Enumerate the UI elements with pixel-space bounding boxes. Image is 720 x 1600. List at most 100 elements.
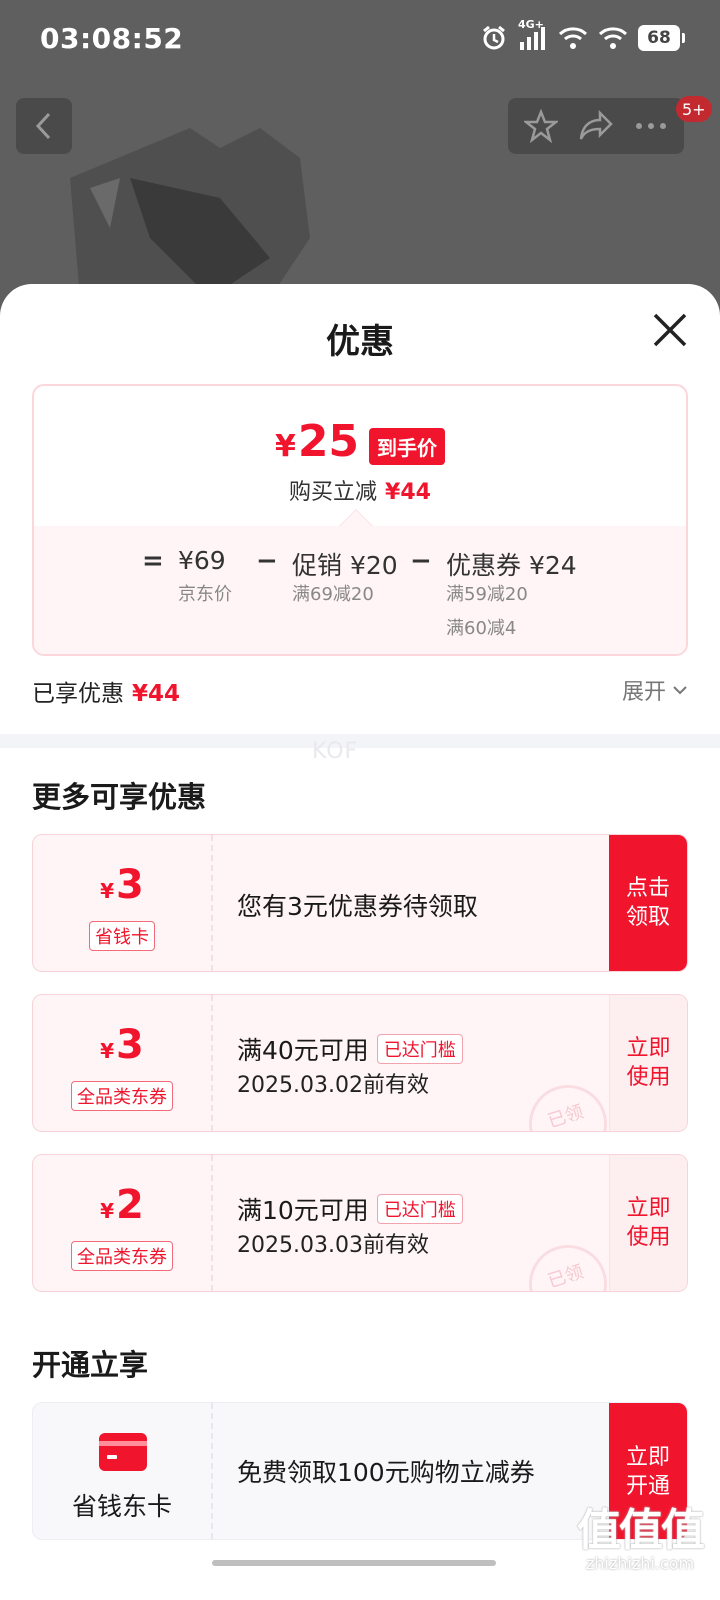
home-indicator[interactable] bbox=[212, 1560, 496, 1566]
cta-label: 立即使用 bbox=[626, 1036, 671, 1090]
equals-sign: = bbox=[142, 546, 164, 576]
section-divider bbox=[0, 734, 720, 748]
minus-sign-2: − bbox=[410, 546, 432, 576]
expand-label: 展开 bbox=[621, 680, 666, 705]
price-summary-card: ¥25 到手价 购买立减 ¥44 = ¥69 京东价 − 促销 ¥20 满69减2… bbox=[32, 384, 688, 656]
reduce-amount: ¥44 bbox=[385, 480, 431, 505]
promo-rule: 满69减20 bbox=[292, 584, 374, 605]
chevron-left-icon bbox=[35, 112, 51, 140]
coupon-amount-value: 3 bbox=[116, 862, 144, 908]
coupon-tag: 全品类东券 bbox=[71, 1081, 173, 1111]
coupon-condition-row: 满40元可用 已达门槛 bbox=[237, 1031, 463, 1067]
site-watermark: 值值值 zhizhizhi.com bbox=[560, 1494, 720, 1573]
coupon-left: ¥2 全品类东券 bbox=[33, 1155, 213, 1291]
coupon-rule-1: 满59减20 bbox=[446, 584, 528, 605]
currency-symbol: ¥ bbox=[100, 1199, 115, 1223]
promo-amount: ¥20 bbox=[349, 551, 398, 580]
coupon-card-category-1: ¥3 全品类东券 满40元可用 已达门槛 2025.03.02前有效 已领 立即使… bbox=[32, 994, 688, 1132]
cellular-signal: 4G+ bbox=[518, 18, 548, 52]
more-discounts-title: 更多可享优惠 bbox=[32, 780, 207, 814]
open-benefits-title: 开通立享 bbox=[32, 1348, 149, 1382]
coupon-rule-2: 满60减4 bbox=[446, 618, 517, 639]
coupon-amount-value: 2 bbox=[116, 1182, 144, 1228]
card-icon bbox=[99, 1433, 147, 1471]
coupon-left: ¥3 全品类东券 bbox=[33, 995, 213, 1131]
cta-label: 立即开通 bbox=[625, 1445, 670, 1499]
price-breakdown: = ¥69 京东价 − 促销 ¥20 满69减20 − 优惠券 ¥24 满59减… bbox=[34, 526, 686, 654]
currency-symbol: ¥ bbox=[274, 429, 296, 464]
network-type: 4G+ bbox=[518, 18, 544, 31]
coupon-amount: ¥3 bbox=[33, 1023, 211, 1073]
status-time: 03:08:52 bbox=[40, 22, 184, 55]
enjoyed-label: 已享优惠 bbox=[32, 681, 124, 707]
battery-indicator: 68 bbox=[638, 25, 685, 51]
share-icon bbox=[579, 110, 613, 140]
coupon-amount: ¥24 bbox=[528, 551, 577, 580]
top-actions bbox=[508, 98, 684, 154]
promo-label: 促销 bbox=[292, 551, 343, 580]
coupon-tag-wrap: 全品类东券 bbox=[33, 1081, 211, 1111]
currency-symbol: ¥ bbox=[100, 1039, 115, 1063]
coupon-amount-value: 3 bbox=[116, 1022, 144, 1068]
favorite-button[interactable] bbox=[518, 103, 564, 149]
coupon-desc: 您有3元优惠券待领取 bbox=[237, 892, 478, 921]
threshold-badge: 已达门槛 bbox=[376, 1034, 463, 1064]
coupon-amount: ¥2 bbox=[33, 1183, 211, 1233]
enjoyed-discount: 已享优惠 ¥44 bbox=[32, 674, 180, 708]
threshold-badge: 已达门槛 bbox=[376, 1194, 463, 1224]
wifi-icon-2 bbox=[598, 27, 628, 49]
expand-button[interactable]: 展开 bbox=[622, 674, 688, 706]
claim-coupon-button[interactable]: 点击领取 bbox=[609, 835, 687, 971]
share-button[interactable] bbox=[573, 103, 619, 149]
sheet-title: 优惠 bbox=[326, 322, 394, 362]
watermark-text: KOF bbox=[312, 739, 359, 764]
coupon-condition-row: 满10元可用 已达门槛 bbox=[237, 1191, 463, 1227]
base-price-label: 京东价 bbox=[178, 584, 232, 605]
product-image bbox=[70, 128, 310, 298]
offer-desc: 免费领取100元购物立减券 bbox=[237, 1458, 535, 1487]
offer-left: 省钱东卡 bbox=[33, 1403, 213, 1539]
use-coupon-button[interactable]: 立即使用 bbox=[609, 995, 687, 1131]
star-icon bbox=[524, 109, 559, 143]
final-price-tag: 到手价 bbox=[369, 428, 446, 465]
currency-symbol: ¥ bbox=[100, 879, 115, 903]
offer-label: 省钱东卡 bbox=[71, 1492, 172, 1521]
coupon-card-category-2: ¥2 全品类东券 满10元可用 已达门槛 2025.03.03前有效 已领 立即使… bbox=[32, 1154, 688, 1292]
coupon-left: ¥3 省钱卡 bbox=[33, 835, 213, 971]
status-bar: 03:08:52 4G+ 68 bbox=[0, 0, 720, 80]
more-icon bbox=[635, 123, 666, 129]
coupon-tag: 全品类东券 bbox=[71, 1241, 173, 1271]
final-price-row: ¥25 到手价 bbox=[34, 420, 686, 469]
summary-top: ¥25 到手价 购买立减 ¥44 bbox=[34, 386, 686, 526]
claimed-stamp: 已领 bbox=[518, 1234, 618, 1291]
coupon-label: 优惠券 bbox=[446, 551, 522, 580]
minus-sign-1: − bbox=[256, 546, 278, 576]
wifi-icon bbox=[558, 27, 588, 49]
coupon-validity: 2025.03.02前有效 bbox=[237, 1073, 429, 1098]
coupon-line: 优惠券 ¥24 bbox=[446, 546, 577, 582]
cta-label: 立即使用 bbox=[626, 1196, 671, 1250]
coupon-tag-wrap: 全品类东券 bbox=[33, 1241, 211, 1271]
message-badge[interactable]: 5+ bbox=[676, 96, 712, 122]
final-price-value: 25 bbox=[297, 416, 360, 467]
claimed-stamp: 已领 bbox=[518, 1074, 618, 1131]
reduce-label: 购买立减 bbox=[289, 480, 378, 505]
back-button[interactable] bbox=[16, 98, 72, 154]
final-price: ¥25 bbox=[275, 420, 359, 469]
more-button[interactable] bbox=[628, 103, 674, 149]
status-icons: 4G+ 68 bbox=[480, 18, 685, 52]
coupon-card-savings: ¥3 省钱卡 您有3元优惠券待领取 点击领取 bbox=[32, 834, 688, 972]
chevron-down-icon bbox=[673, 686, 687, 695]
promo-line: 促销 ¥20 bbox=[292, 546, 398, 582]
alarm-icon bbox=[483, 25, 505, 50]
use-coupon-button[interactable]: 立即使用 bbox=[609, 1155, 687, 1291]
base-price: ¥69 bbox=[178, 546, 226, 575]
coupon-validity: 2025.03.03前有效 bbox=[237, 1233, 429, 1258]
coupon-condition: 满40元可用 bbox=[237, 1036, 369, 1065]
enjoyed-amount: ¥44 bbox=[132, 681, 181, 707]
coupon-amount: ¥3 bbox=[33, 863, 211, 913]
close-icon[interactable] bbox=[650, 310, 690, 350]
coupon-tag-wrap: 省钱卡 bbox=[33, 921, 211, 951]
discount-sheet: 优惠 ¥25 到手价 购买立减 ¥44 = ¥69 京东价 − 促销 ¥20 满6… bbox=[0, 284, 720, 1600]
cta-label: 点击领取 bbox=[625, 876, 670, 930]
